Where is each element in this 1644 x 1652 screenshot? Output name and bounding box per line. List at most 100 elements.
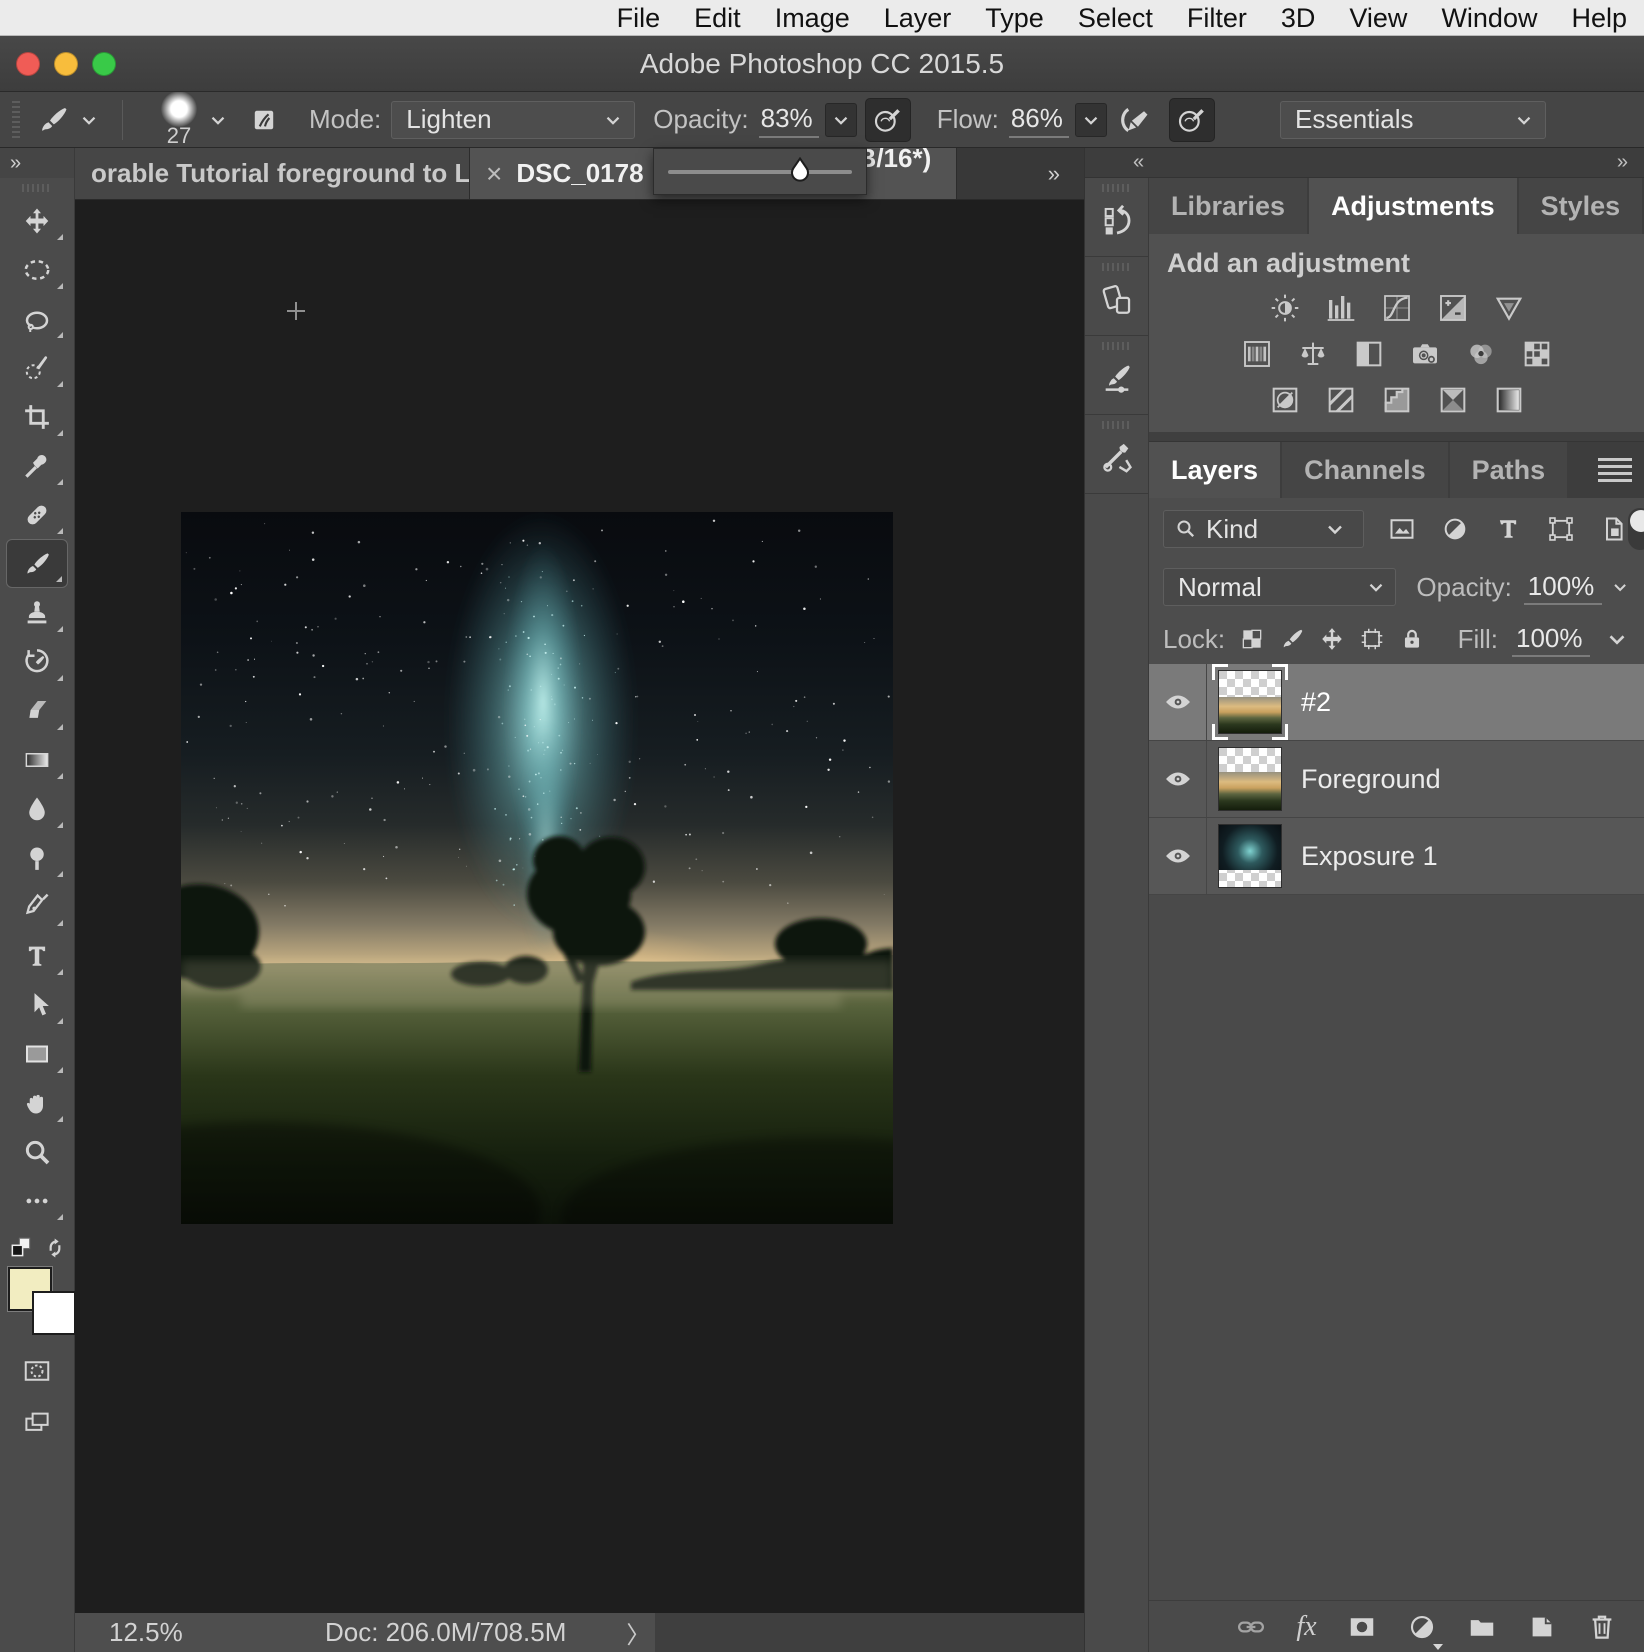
flow-value[interactable]: 86% [1009,101,1069,138]
crop-tool[interactable] [6,392,68,441]
tool-presets-panel-button[interactable] [1085,415,1148,494]
filter-smart-objects-icon[interactable] [1600,515,1628,543]
posterize-icon[interactable] [1321,384,1361,416]
layer-thumbnail[interactable] [1217,746,1283,812]
fill-value[interactable]: 100% [1512,622,1590,657]
zoom-tool[interactable] [6,1127,68,1176]
menu-help[interactable]: Help [1554,0,1644,36]
layer-name[interactable]: #2 [1301,687,1331,718]
threshold-icon[interactable] [1377,384,1417,416]
quick-mask-button[interactable] [6,1345,68,1397]
pen-tool[interactable] [6,882,68,931]
airbrush-toggle[interactable] [1111,98,1157,142]
clone-stamp-tool[interactable] [6,588,68,637]
filter-type-layers-icon[interactable] [1494,515,1522,543]
tab-adjustments[interactable]: Adjustments [1309,178,1517,234]
tab-libraries[interactable]: Libraries [1149,178,1307,234]
gradient-map-icon[interactable] [1433,384,1473,416]
delete-layer-icon[interactable] [1587,1612,1617,1642]
color-balance-icon[interactable] [1293,338,1333,370]
brightness-contrast-icon[interactable] [1265,292,1305,324]
edit-toolbar-button[interactable] [6,1176,68,1225]
pressure-size-toggle[interactable] [1169,98,1215,142]
visibility-cell[interactable] [1149,664,1207,740]
layer-row-2[interactable]: #2 [1149,664,1644,741]
path-selection-tool[interactable] [6,980,68,1029]
link-layers-icon[interactable] [1236,1612,1266,1642]
lasso-tool[interactable] [6,294,68,343]
zoom-window-button[interactable] [92,52,116,76]
quick-selection-tool[interactable] [6,343,68,392]
visibility-cell[interactable] [1149,741,1207,817]
tab-overflow-button[interactable]: » [1048,148,1084,199]
layer-opacity-value[interactable]: 100% [1524,570,1602,605]
layer-name[interactable]: Foreground [1301,764,1441,795]
brush-settings-panel-button[interactable] [1085,336,1148,415]
tab-layers[interactable]: Layers [1149,442,1280,498]
move-tool[interactable] [6,196,68,245]
eraser-tool[interactable] [6,686,68,735]
status-options-chevron[interactable]: 〉 [626,1615,650,1650]
device-preview-panel-button[interactable] [1085,257,1148,336]
chevron-down-icon[interactable] [1604,626,1630,652]
default-colors-icon[interactable] [8,1235,34,1261]
curves-icon[interactable] [1377,292,1417,324]
hand-tool[interactable] [6,1078,68,1127]
history-brush-tool[interactable] [6,637,68,686]
workspace-select[interactable]: Essentials [1280,101,1546,139]
selective-color-icon[interactable] [1489,384,1529,416]
hue-saturation-icon[interactable] [1237,338,1277,370]
new-adjustment-layer-icon[interactable] [1407,1612,1437,1642]
dock-expand-icon[interactable]: » [1617,151,1630,174]
new-layer-icon[interactable] [1527,1612,1557,1642]
layer-thumbnail[interactable] [1217,823,1283,889]
dodge-tool[interactable] [6,833,68,882]
canvas-area[interactable] [75,200,1084,1613]
layer-row-exposure[interactable]: Exposure 1 [1149,818,1644,895]
photo-filter-icon[interactable] [1405,338,1445,370]
filter-shape-layers-icon[interactable] [1547,515,1575,543]
zoom-level-field[interactable]: 12.5% [109,1617,229,1648]
menu-edit[interactable]: Edit [677,0,758,36]
lock-transparency-icon[interactable] [1239,626,1265,652]
screen-mode-button[interactable] [6,1397,68,1449]
menu-filter[interactable]: Filter [1170,0,1264,36]
opacity-slider-track[interactable] [668,170,852,174]
visibility-cell[interactable] [1149,818,1207,894]
layer-thumbnail[interactable] [1217,669,1283,735]
layer-row-foreground[interactable]: Foreground [1149,741,1644,818]
gradient-tool[interactable] [6,735,68,784]
chevron-down-icon[interactable] [1610,576,1630,598]
black-white-icon[interactable] [1349,338,1389,370]
layer-blend-mode-select[interactable]: Normal [1163,568,1396,606]
menu-view[interactable]: View [1332,0,1424,36]
history-panel-button[interactable] [1085,178,1148,257]
background-color-swatch[interactable] [32,1291,76,1335]
lock-position-icon[interactable] [1319,626,1345,652]
healing-brush-tool[interactable] [6,490,68,539]
menu-select[interactable]: Select [1061,0,1170,36]
menu-3d[interactable]: 3D [1264,0,1333,36]
filter-pixel-layers-icon[interactable] [1388,515,1416,543]
marquee-tool[interactable] [6,245,68,294]
menu-window[interactable]: Window [1424,0,1554,36]
color-lookup-icon[interactable] [1517,338,1557,370]
vibrance-icon[interactable] [1489,292,1529,324]
swap-colors-icon[interactable] [42,1235,68,1261]
lock-pixels-icon[interactable] [1279,626,1305,652]
blur-tool[interactable] [6,784,68,833]
lock-artboard-icon[interactable] [1359,626,1385,652]
new-group-icon[interactable] [1467,1612,1497,1642]
panel-menu-icon[interactable] [1598,458,1632,482]
filter-toggle-switch[interactable] [1628,508,1644,550]
layer-style-button[interactable]: fx [1296,1611,1316,1643]
menu-layer[interactable]: Layer [867,0,969,36]
type-tool[interactable] [6,931,68,980]
layer-name[interactable]: Exposure 1 [1301,841,1438,872]
filter-adjustment-layers-icon[interactable] [1441,515,1469,543]
add-layer-mask-icon[interactable] [1347,1612,1377,1642]
tab-channels[interactable]: Channels [1282,442,1448,498]
menu-image[interactable]: Image [758,0,867,36]
close-window-button[interactable] [16,52,40,76]
opacity-slider-thumb[interactable] [788,157,812,184]
